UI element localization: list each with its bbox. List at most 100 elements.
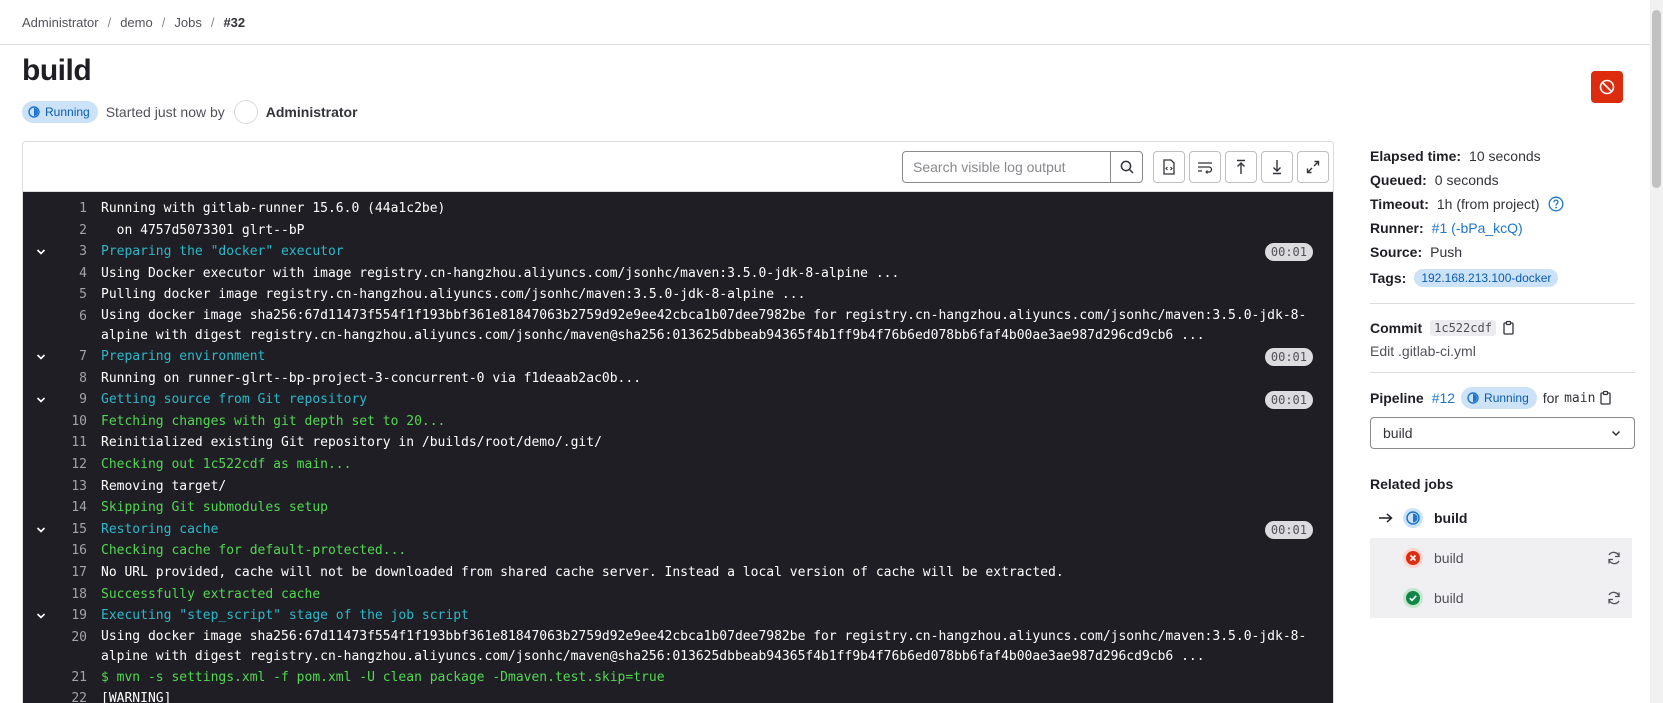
log-line-text: Fetching changes with git depth set to 2… — [101, 413, 446, 429]
log-line-number[interactable]: 10 — [49, 411, 101, 433]
commit-sha-link[interactable]: 1c522cdf — [1430, 320, 1496, 336]
log-line-text: Removing target/ — [101, 478, 227, 494]
log-line-number[interactable]: 18 — [49, 584, 101, 606]
arrow-right-icon — [1379, 513, 1393, 523]
retry-icon[interactable] — [1606, 590, 1622, 606]
sidebar-divider — [1370, 303, 1635, 304]
log-line-number[interactable]: 4 — [49, 263, 101, 285]
stage-dropdown[interactable]: build — [1370, 417, 1635, 449]
log-line-number[interactable]: 8 — [49, 368, 101, 390]
help-icon[interactable] — [1548, 196, 1564, 212]
log-line: 17 No URL provided, cache will not be dow… — [23, 562, 1333, 584]
wrap-lines-button[interactable] — [1189, 151, 1221, 183]
log-line-number[interactable]: 19 — [49, 605, 101, 627]
log-section-header[interactable]: 15 Restoring cache 00:01 — [23, 519, 1333, 541]
queued-label: Queued: — [1370, 172, 1427, 188]
avatar[interactable] — [233, 100, 258, 124]
log-line-text: Skipping Git submodules setup — [101, 500, 328, 516]
chevron-down-icon[interactable] — [23, 519, 49, 541]
queued-value: 0 seconds — [1434, 172, 1499, 188]
log-line-text: Successfully extracted cache — [101, 586, 321, 602]
log-line-text: Reinitialized existing Git repository in… — [101, 435, 602, 451]
fullscreen-button[interactable] — [1297, 151, 1329, 183]
breadcrumb-demo[interactable]: demo — [120, 15, 153, 30]
status-badge[interactable]: Running — [22, 101, 98, 123]
breadcrumb-administrator[interactable]: Administrator — [22, 15, 99, 30]
job-status-line: Running Started just now by Administrato… — [22, 100, 358, 124]
log-line-number[interactable]: 9 — [49, 389, 101, 411]
page-scrollbar[interactable] — [1650, 0, 1663, 703]
scroll-to-bottom-button[interactable] — [1261, 151, 1293, 183]
copy-icon[interactable] — [1502, 320, 1516, 336]
scrollbar-thumb[interactable] — [1652, 10, 1661, 188]
scroll-to-top-button[interactable] — [1225, 151, 1257, 183]
show-raw-button[interactable] — [1153, 151, 1185, 183]
chevron-down-icon[interactable] — [23, 389, 49, 411]
log-line-number[interactable]: 3 — [49, 241, 101, 263]
related-job-success[interactable]: build — [1370, 578, 1632, 618]
source-value: Push — [1430, 244, 1463, 260]
log-toolbar: Search visible log output — [23, 142, 1333, 192]
pipeline-status-badge[interactable]: Running — [1461, 387, 1537, 409]
log-line-number[interactable]: 6 — [49, 306, 101, 346]
log-gutter — [23, 476, 49, 498]
log-gutter — [23, 368, 49, 390]
search-button[interactable] — [1110, 151, 1143, 183]
chevron-down-icon[interactable] — [23, 605, 49, 627]
log-section-header[interactable]: 19 Executing "step_script" stage of the j… — [23, 605, 1333, 627]
pipeline-link[interactable]: #12 — [1432, 390, 1455, 406]
log-line-number[interactable]: 2 — [49, 220, 101, 242]
log-line-number[interactable]: 20 — [49, 627, 101, 667]
log-line-number[interactable]: 22 — [49, 688, 101, 703]
log-line-number[interactable]: 16 — [49, 540, 101, 562]
chevron-down-icon[interactable] — [23, 346, 49, 368]
log-line-number[interactable]: 17 — [49, 562, 101, 584]
log-line-text: Using Docker executor with image registr… — [101, 265, 900, 281]
log-line-number[interactable]: 21 — [49, 667, 101, 689]
related-jobs-title: Related jobs — [1370, 476, 1454, 492]
log-section-header[interactable]: 7 Preparing environment 00:01 — [23, 346, 1333, 368]
breadcrumb: Administrator / demo / Jobs / #32 — [22, 14, 245, 30]
status-running-icon — [1403, 508, 1423, 528]
breadcrumb-job-id[interactable]: #32 — [223, 15, 245, 30]
log-search-input[interactable]: Search visible log output — [902, 151, 1111, 183]
chevron-down-icon[interactable] — [23, 241, 49, 263]
log-line: 10 Fetching changes with git depth set to… — [23, 411, 1333, 433]
runner-link[interactable]: #1 (-bPa_kcQ) — [1432, 220, 1523, 236]
log-section-header[interactable]: 3 Preparing the "docker" executor 00:01 — [23, 241, 1333, 263]
log-line: 16 Checking cache for default-protected..… — [23, 540, 1333, 562]
user-link[interactable]: Administrator — [266, 104, 358, 120]
started-text: Started just now by — [105, 104, 225, 120]
log-gutter — [23, 454, 49, 476]
log-gutter — [23, 432, 49, 454]
pipeline-ref[interactable]: main — [1564, 391, 1595, 406]
log-line: 18 Successfully extracted cache — [23, 584, 1333, 606]
tags-row: Tags: 192.168.213.100-docker — [1370, 269, 1559, 287]
log-line-number[interactable]: 11 — [49, 432, 101, 454]
log-line-text: Restoring cache — [101, 521, 219, 537]
log-line-number[interactable]: 1 — [49, 198, 101, 220]
log-line-number[interactable]: 14 — [49, 497, 101, 519]
log-line-text: Pulling docker image registry.cn-hangzho… — [101, 287, 806, 303]
breadcrumb-separator: / — [161, 14, 166, 30]
elapsed-time-row: Elapsed time: 10 seconds — [1370, 148, 1541, 164]
log-line-number[interactable]: 12 — [49, 454, 101, 476]
breadcrumb-jobs[interactable]: Jobs — [174, 15, 201, 30]
timeout-row: Timeout: 1h (from project) — [1370, 196, 1564, 212]
copy-icon[interactable] — [1599, 390, 1613, 406]
log-line-number[interactable]: 15 — [49, 519, 101, 541]
log-gutter — [23, 667, 49, 689]
breadcrumb-separator: / — [210, 14, 215, 30]
log-line-number[interactable]: 7 — [49, 346, 101, 368]
status-running-icon — [28, 106, 40, 118]
commit-message[interactable]: Edit .gitlab-ci.yml — [1370, 343, 1476, 359]
log-gutter — [23, 540, 49, 562]
related-job-current[interactable]: build — [1370, 498, 1632, 538]
retry-icon[interactable] — [1606, 550, 1622, 566]
log-line-number[interactable]: 5 — [49, 284, 101, 306]
status-badge-label: Running — [45, 105, 90, 119]
log-section-header[interactable]: 9 Getting source from Git repository 00:01 — [23, 389, 1333, 411]
related-job-failed[interactable]: build — [1370, 538, 1632, 578]
stage-dropdown-value: build — [1383, 425, 1413, 441]
log-line-number[interactable]: 13 — [49, 476, 101, 498]
